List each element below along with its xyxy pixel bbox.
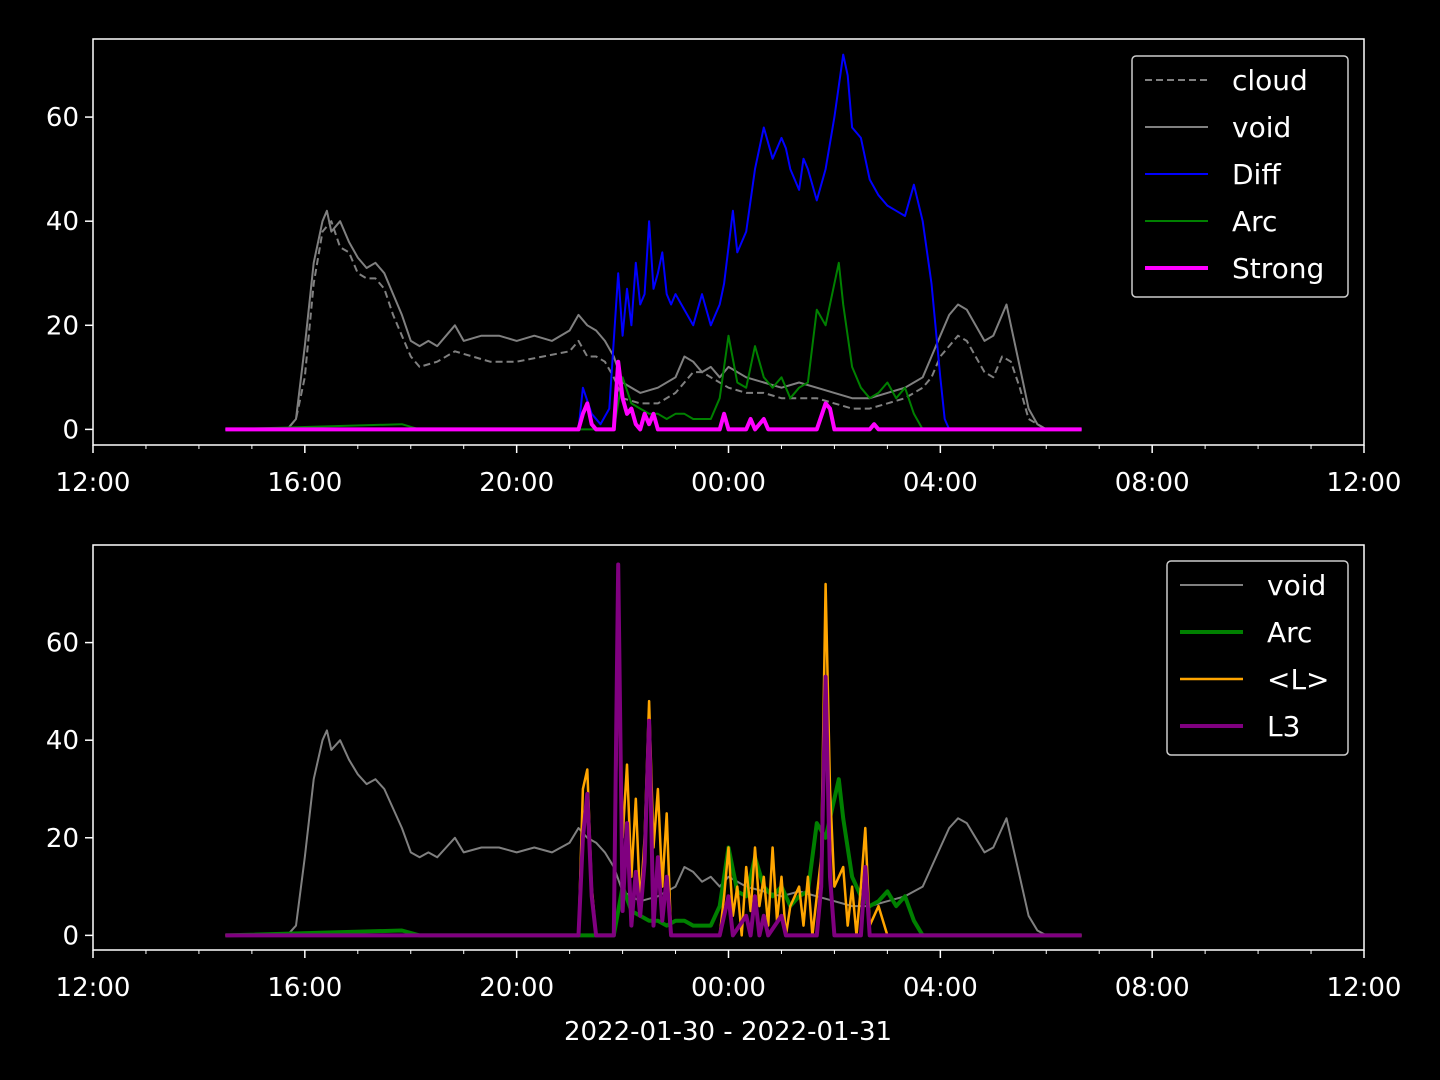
legend-label: L3 [1267, 710, 1300, 743]
x-tick-label: 12:00 [1327, 973, 1402, 1003]
legend-label: <L> [1267, 663, 1330, 696]
x-tick-label: 20:00 [479, 973, 554, 1003]
y-tick-label: 40 [46, 207, 79, 237]
x-tick-label: 00:00 [691, 468, 766, 498]
legend-label: cloud [1232, 64, 1308, 97]
x-tick-label: 00:00 [691, 973, 766, 1003]
x-tick-label: 20:00 [479, 468, 554, 498]
x-tick-label: 12:00 [56, 468, 131, 498]
legend-label: Arc [1232, 205, 1277, 238]
legend: cloud void Diff Arc Strong [1131, 55, 1349, 298]
legend: void Arc <L> L3 [1166, 560, 1349, 756]
x-tick-label: 12:00 [56, 973, 131, 1003]
x-tick-label: 08:00 [1115, 973, 1190, 1003]
y-tick-label: 60 [46, 629, 79, 659]
x-tick-label: 16:00 [267, 973, 342, 1003]
y-tick-label: 20 [46, 824, 79, 854]
x-tick-label: 16:00 [267, 468, 342, 498]
x-tick-label: 04:00 [903, 468, 978, 498]
x-tick-label: 04:00 [903, 973, 978, 1003]
legend-label: void [1232, 111, 1291, 144]
legend-label: void [1267, 569, 1326, 602]
y-tick-label: 0 [62, 921, 79, 951]
y-tick-label: 0 [62, 415, 79, 445]
y-tick-label: 20 [46, 311, 79, 341]
x-axis-caption: 2022-01-30 - 2022-01-31 [564, 1017, 892, 1047]
legend-label: Arc [1267, 616, 1312, 649]
y-tick-label: 40 [46, 726, 79, 756]
figure: 12:00 16:00 20:00 00:00 04:00 08:00 12:00 0 20 40… [0, 0, 1440, 1080]
x-tick-label: 08:00 [1115, 468, 1190, 498]
legend-label: Diff [1232, 158, 1281, 191]
y-tick-label: 60 [46, 103, 79, 133]
legend-label: Strong [1232, 252, 1324, 285]
x-tick-label: 12:00 [1327, 468, 1402, 498]
